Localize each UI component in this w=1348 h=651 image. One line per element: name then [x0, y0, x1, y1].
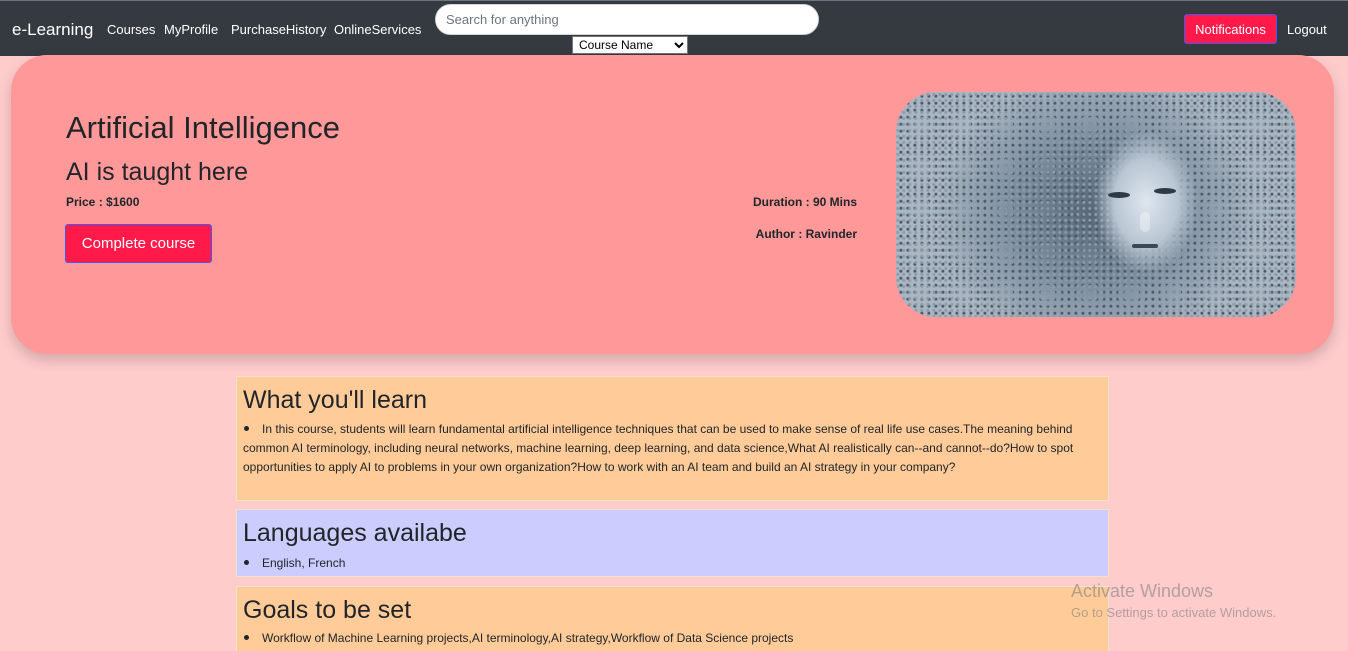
list-item: Workflow of Machine Learning projects,AI…	[243, 629, 1088, 648]
course-duration: Duration : 90 Mins	[752, 195, 857, 209]
top-navbar: e-Learning Courses MyProfile PurchaseHis…	[0, 0, 1348, 56]
course-subtitle: AI is taught here	[66, 158, 249, 186]
image-nose	[1140, 212, 1150, 232]
section-title-languages: Languages availabe	[243, 519, 467, 547]
search-input[interactable]	[435, 4, 819, 35]
course-hero-card: Artificial Intelligence AI is taught her…	[11, 55, 1334, 354]
nav-link-courses[interactable]: Courses	[107, 22, 155, 38]
nav-link-myprofile[interactable]: MyProfile	[164, 22, 218, 38]
what-youll-learn-section: What you'll learn In this course, studen…	[236, 376, 1109, 501]
nav-link-purchasehistory[interactable]: PurchaseHistory	[231, 22, 326, 38]
learn-item-text: In this course, students will learn fund…	[243, 422, 1074, 474]
image-eye-left	[1108, 192, 1130, 198]
course-image	[896, 92, 1296, 317]
bullet-icon	[244, 426, 249, 432]
course-author: Author : Ravinder	[755, 227, 857, 241]
list-item: English, French	[243, 554, 1088, 573]
image-mouth	[1132, 244, 1158, 248]
complete-course-button[interactable]: Complete course	[65, 224, 212, 263]
course-price: Price : $1600	[66, 195, 140, 209]
logout-link[interactable]: Logout	[1287, 22, 1327, 38]
section-title-goals: Goals to be set	[243, 596, 412, 624]
search-filter-select[interactable]: Course Name	[572, 36, 688, 54]
image-eye-right	[1154, 188, 1176, 194]
goals-item-text: Workflow of Machine Learning projects,AI…	[262, 631, 794, 645]
section-title-learn: What you'll learn	[243, 386, 428, 414]
languages-item-text: English, French	[262, 556, 346, 570]
brand-logo-link[interactable]: e-Learning	[12, 20, 93, 40]
list-item: In this course, students will learn fund…	[243, 420, 1088, 477]
course-title: Artificial Intelligence	[66, 110, 340, 145]
languages-section: Languages availabe English, French	[236, 509, 1109, 577]
notifications-button[interactable]: Notifications	[1184, 14, 1277, 44]
goals-section: Goals to be set Workflow of Machine Lear…	[236, 586, 1109, 651]
bullet-icon	[244, 560, 249, 566]
nav-link-onlineservices[interactable]: OnlineServices	[334, 22, 421, 38]
bullet-icon	[244, 635, 249, 641]
